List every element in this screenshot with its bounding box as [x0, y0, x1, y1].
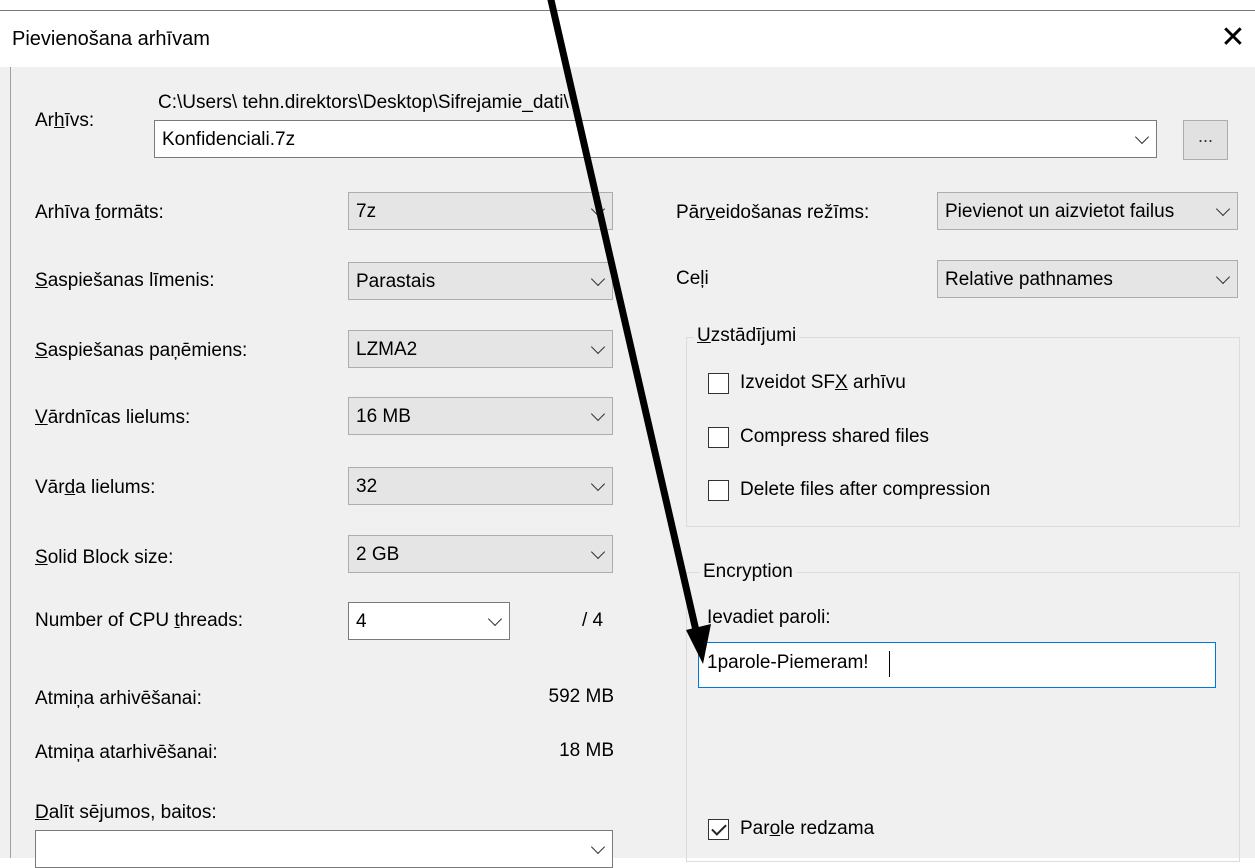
dictionary-value: 16 MB: [356, 406, 411, 427]
compress-shared-checkbox[interactable]: [708, 427, 729, 448]
memory-decompress-value: 18 MB: [559, 740, 614, 761]
close-icon[interactable]: ✕: [1218, 18, 1248, 58]
chevron-down-icon: [590, 476, 606, 492]
memory-decompress-label: Atmiņa atarhivēšanai:: [35, 742, 218, 763]
chevron-down-icon: [1215, 269, 1231, 285]
chevron-down-icon: [590, 839, 606, 855]
browse-button[interactable]: ...: [1183, 120, 1228, 160]
paths-label: Ceļi: [676, 268, 709, 289]
solid-block-label: Solid Block size:: [35, 547, 174, 568]
threads-label: Number of CPU threads:: [35, 610, 244, 631]
dictionary-label: Vārdnīcas lielums:: [35, 407, 191, 428]
level-combo[interactable]: Parastais: [348, 262, 613, 300]
text-caret: [889, 651, 890, 677]
update-mode-label: Pārveidošanas režīms:: [676, 202, 870, 223]
paths-combo[interactable]: Relative pathnames: [937, 260, 1238, 298]
password-input[interactable]: 1parole-Piemeram!: [698, 642, 1216, 688]
show-password-checkbox[interactable]: [708, 819, 729, 840]
archive-path: C:\Users\ tehn.direktors\Desktop\Sifreja…: [158, 92, 569, 113]
password-value: 1parole-Piemeram!: [707, 652, 869, 673]
solid-block-value: 2 GB: [356, 544, 400, 565]
method-combo[interactable]: LZMA2: [348, 330, 613, 368]
chevron-down-icon: [590, 271, 606, 287]
dialog-title: Pievienošana arhīvam: [12, 28, 210, 50]
chevron-down-icon: [487, 611, 503, 627]
split-label: Dalīt sējumos, baitos:: [35, 802, 217, 823]
dictionary-combo[interactable]: 16 MB: [348, 397, 613, 435]
solid-block-combo[interactable]: 2 GB: [348, 535, 613, 573]
chevron-down-icon: [590, 406, 606, 422]
split-combo[interactable]: [35, 830, 613, 868]
chevron-down-icon: [590, 544, 606, 560]
delete-after-label: Delete files after compression: [740, 479, 991, 500]
format-value: 7z: [356, 201, 377, 222]
level-label: Saspiešanas līmenis:: [35, 270, 215, 291]
word-value: 32: [356, 476, 378, 497]
format-combo[interactable]: 7z: [348, 192, 613, 230]
compress-shared-label: Compress shared files: [740, 426, 930, 447]
sfx-label: Izveidot SFX arhīvu: [740, 372, 906, 393]
format-label: Arhīva formāts:: [35, 202, 164, 223]
word-combo[interactable]: 32: [348, 467, 613, 505]
threads-combo[interactable]: 4: [348, 602, 510, 640]
memory-compress-label: Atmiņa arhivēšanai:: [35, 688, 202, 709]
chevron-down-icon: [590, 201, 606, 217]
chevron-down-icon: [590, 339, 606, 355]
memory-compress-value: 592 MB: [548, 686, 614, 707]
paths-value: Relative pathnames: [945, 269, 1113, 290]
threads-max: / 4: [582, 610, 604, 631]
delete-after-checkbox[interactable]: [708, 480, 729, 501]
sfx-checkbox[interactable]: [708, 373, 729, 394]
archive-name-value: Konfidenciali.7z: [162, 129, 296, 150]
level-value: Parastais: [356, 271, 436, 292]
threads-value: 4: [356, 611, 367, 632]
word-label: Vārda lielums:: [35, 477, 156, 498]
chevron-down-icon: [1215, 201, 1231, 217]
update-mode-combo[interactable]: Pievienot un aizvietot failus: [937, 192, 1238, 230]
dialog-left-edge: [10, 67, 11, 858]
show-password-label: Parole redzama: [740, 818, 875, 839]
archive-label: Arhīvs:: [35, 110, 95, 131]
archive-name-combo[interactable]: Konfidenciali.7z: [154, 120, 1157, 158]
encryption-group-title: Encryption: [700, 561, 796, 583]
method-value: LZMA2: [356, 339, 418, 360]
update-mode-value: Pievienot un aizvietot failus: [945, 201, 1175, 222]
options-group-title: Uzstādījumi: [694, 325, 800, 347]
chevron-down-icon: [1134, 129, 1150, 145]
method-label: Saspiešanas paņēmiens:: [35, 340, 248, 361]
password-prompt: Ievadiet paroli:: [707, 607, 831, 628]
